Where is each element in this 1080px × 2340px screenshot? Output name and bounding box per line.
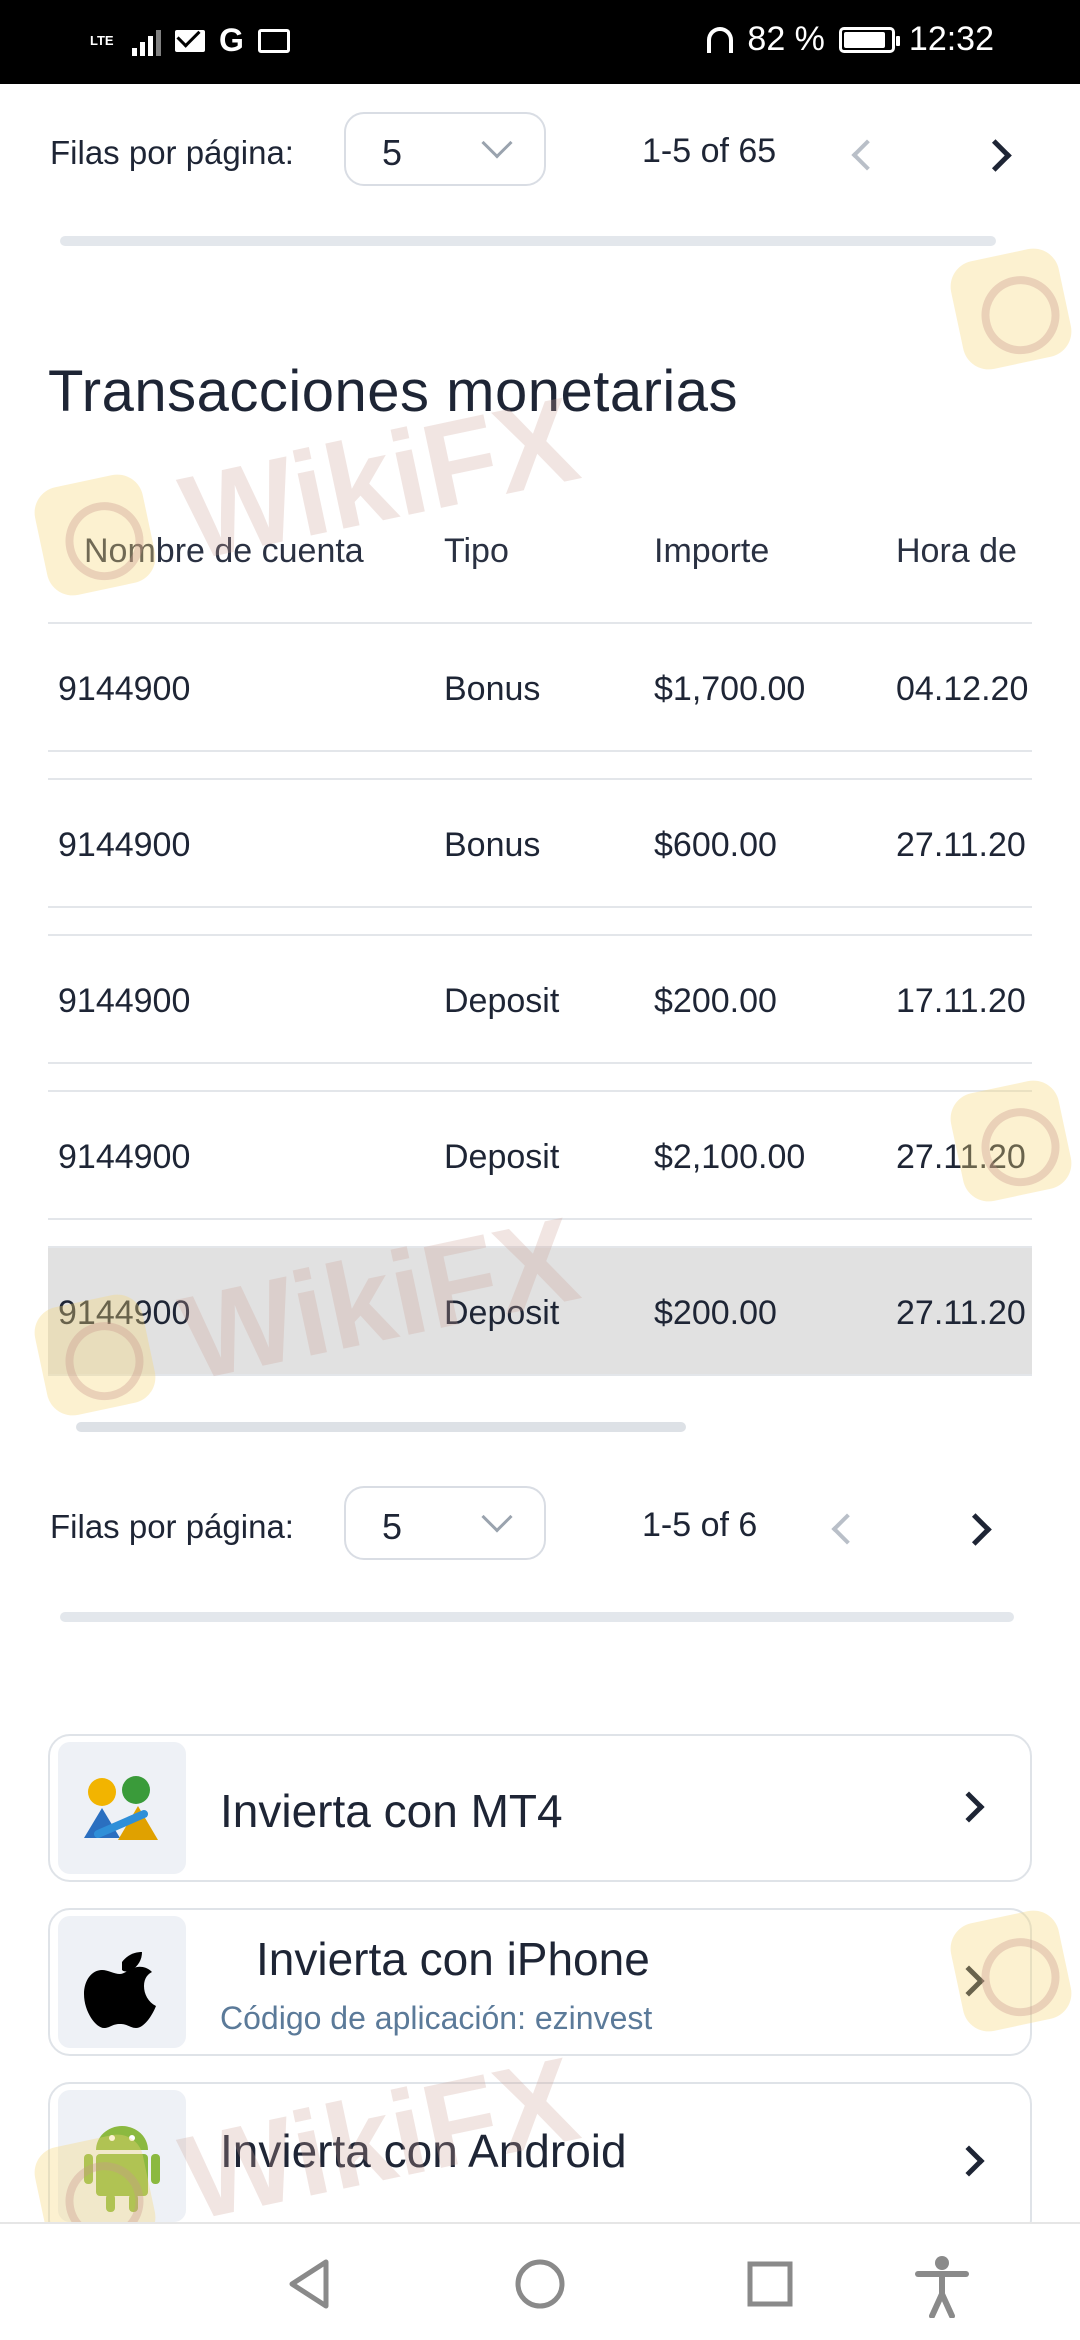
transactions-table: Nombre de cuenta Tipo Importe Hora de 91… (48, 508, 1032, 1378)
android-icon (58, 2090, 186, 2222)
apple-icon (58, 1916, 186, 2048)
mail-icon (175, 29, 205, 52)
cell-amount: $1,700.00 (654, 670, 806, 708)
page-range: 1-5 of 65 (642, 132, 777, 170)
card-title: Invierta con iPhone (256, 1933, 650, 1985)
chevron-right-icon (953, 1791, 985, 1823)
page-range: 1-5 of 6 (642, 1506, 758, 1544)
lte-icon: LTE (90, 33, 114, 48)
clock: 12:32 (908, 20, 994, 58)
table-header: Nombre de cuenta Tipo Importe Hora de (48, 508, 1032, 623)
cell-type: Bonus (444, 826, 541, 864)
table-row[interactable]: 9144900 Bonus $1,700.00 04.12.20 (48, 622, 1032, 752)
cell-type: Deposit (444, 1138, 560, 1176)
cell-account: 9144900 (58, 1138, 191, 1176)
system-navigation-bar (0, 2222, 1080, 2340)
horizontal-scrollbar[interactable] (60, 236, 996, 246)
table-row[interactable]: 9144900 Deposit $200.00 27.11.20 (48, 1246, 1032, 1376)
cell-account: 9144900 (58, 826, 191, 864)
card-title: Invierta con Android (220, 2125, 627, 2177)
table-scrollbar[interactable] (76, 1422, 686, 1432)
voicemail-icon (257, 28, 290, 53)
horizontal-scrollbar[interactable] (60, 1612, 1014, 1622)
pagination-bottom: Filas por página: 5 1-5 of 6 (0, 1486, 1080, 1566)
cell-type: Deposit (444, 982, 560, 1020)
cell-amount: $2,100.00 (654, 1138, 806, 1176)
invest-mt4-link[interactable]: Invierta con MT4 (48, 1734, 1032, 1882)
back-icon[interactable] (282, 2254, 338, 2314)
chevron-right-icon (953, 2145, 985, 2177)
cell-amount: $200.00 (654, 1294, 777, 1332)
rows-per-page-value: 5 (382, 132, 403, 173)
cell-type: Bonus (444, 670, 541, 708)
mt4-icon (58, 1742, 186, 1874)
rows-per-page-label: Filas por página: (50, 1508, 294, 1545)
cell-time: 27.11.20 (896, 1138, 1026, 1176)
cell-account: 9144900 (58, 982, 191, 1020)
chevron-down-icon (481, 1501, 513, 1533)
next-page-button[interactable] (978, 134, 1018, 174)
card-title: Invierta con MT4 (220, 1785, 563, 1837)
cell-time: 27.11.20 (896, 1294, 1026, 1332)
cell-amount: $200.00 (654, 982, 777, 1020)
table-row[interactable]: 9144900 Deposit $2,100.00 27.11.20 (48, 1090, 1032, 1220)
battery-percent: 82 % (747, 20, 825, 58)
cell-time: 17.11.20 (896, 982, 1026, 1020)
cell-time: 27.11.20 (896, 826, 1026, 864)
table-row[interactable]: 9144900 Bonus $600.00 27.11.20 (48, 778, 1032, 908)
invest-android-link[interactable]: Invierta con Android (48, 2082, 1032, 2242)
chevron-right-icon (953, 1965, 985, 1997)
rows-per-page-label: Filas por página: (50, 134, 294, 171)
home-icon[interactable] (512, 2254, 568, 2314)
invest-iphone-link[interactable]: Invierta con iPhone Código de aplicación… (48, 1908, 1032, 2056)
headset-icon (707, 26, 734, 53)
recents-icon[interactable] (742, 2254, 798, 2314)
column-header-amount[interactable]: Importe (654, 532, 769, 571)
rows-per-page-select[interactable]: 5 (344, 1486, 546, 1560)
cell-time: 04.12.20 (896, 670, 1029, 708)
rows-per-page-select[interactable]: 5 (344, 112, 546, 186)
google-icon: G (219, 22, 244, 58)
cell-account: 9144900 (58, 1294, 191, 1332)
status-bar: LTE G 82 % 12:32 (0, 0, 1080, 84)
prev-page-button[interactable] (842, 134, 882, 174)
cell-account: 9144900 (58, 670, 191, 708)
signal-icon (132, 26, 161, 56)
cell-type: Deposit (444, 1294, 560, 1332)
chevron-down-icon (481, 127, 513, 159)
rows-per-page-value: 5 (382, 1506, 403, 1547)
column-header-account[interactable]: Nombre de cuenta (84, 532, 364, 571)
prev-page-button[interactable] (822, 1508, 862, 1548)
column-header-type[interactable]: Tipo (444, 532, 509, 571)
battery-icon (838, 26, 900, 53)
column-header-time[interactable]: Hora de (896, 532, 1017, 571)
accessibility-icon[interactable] (912, 2254, 972, 2318)
table-row[interactable]: 9144900 Deposit $200.00 17.11.20 (48, 934, 1032, 1064)
cell-amount: $600.00 (654, 826, 777, 864)
pagination-top: Filas por página: 5 1-5 of 65 (0, 112, 1080, 192)
next-page-button[interactable] (958, 1508, 998, 1548)
section-title: Transacciones monetarias (48, 359, 739, 424)
card-subtitle: Código de aplicación: ezinvest (220, 2000, 653, 2036)
